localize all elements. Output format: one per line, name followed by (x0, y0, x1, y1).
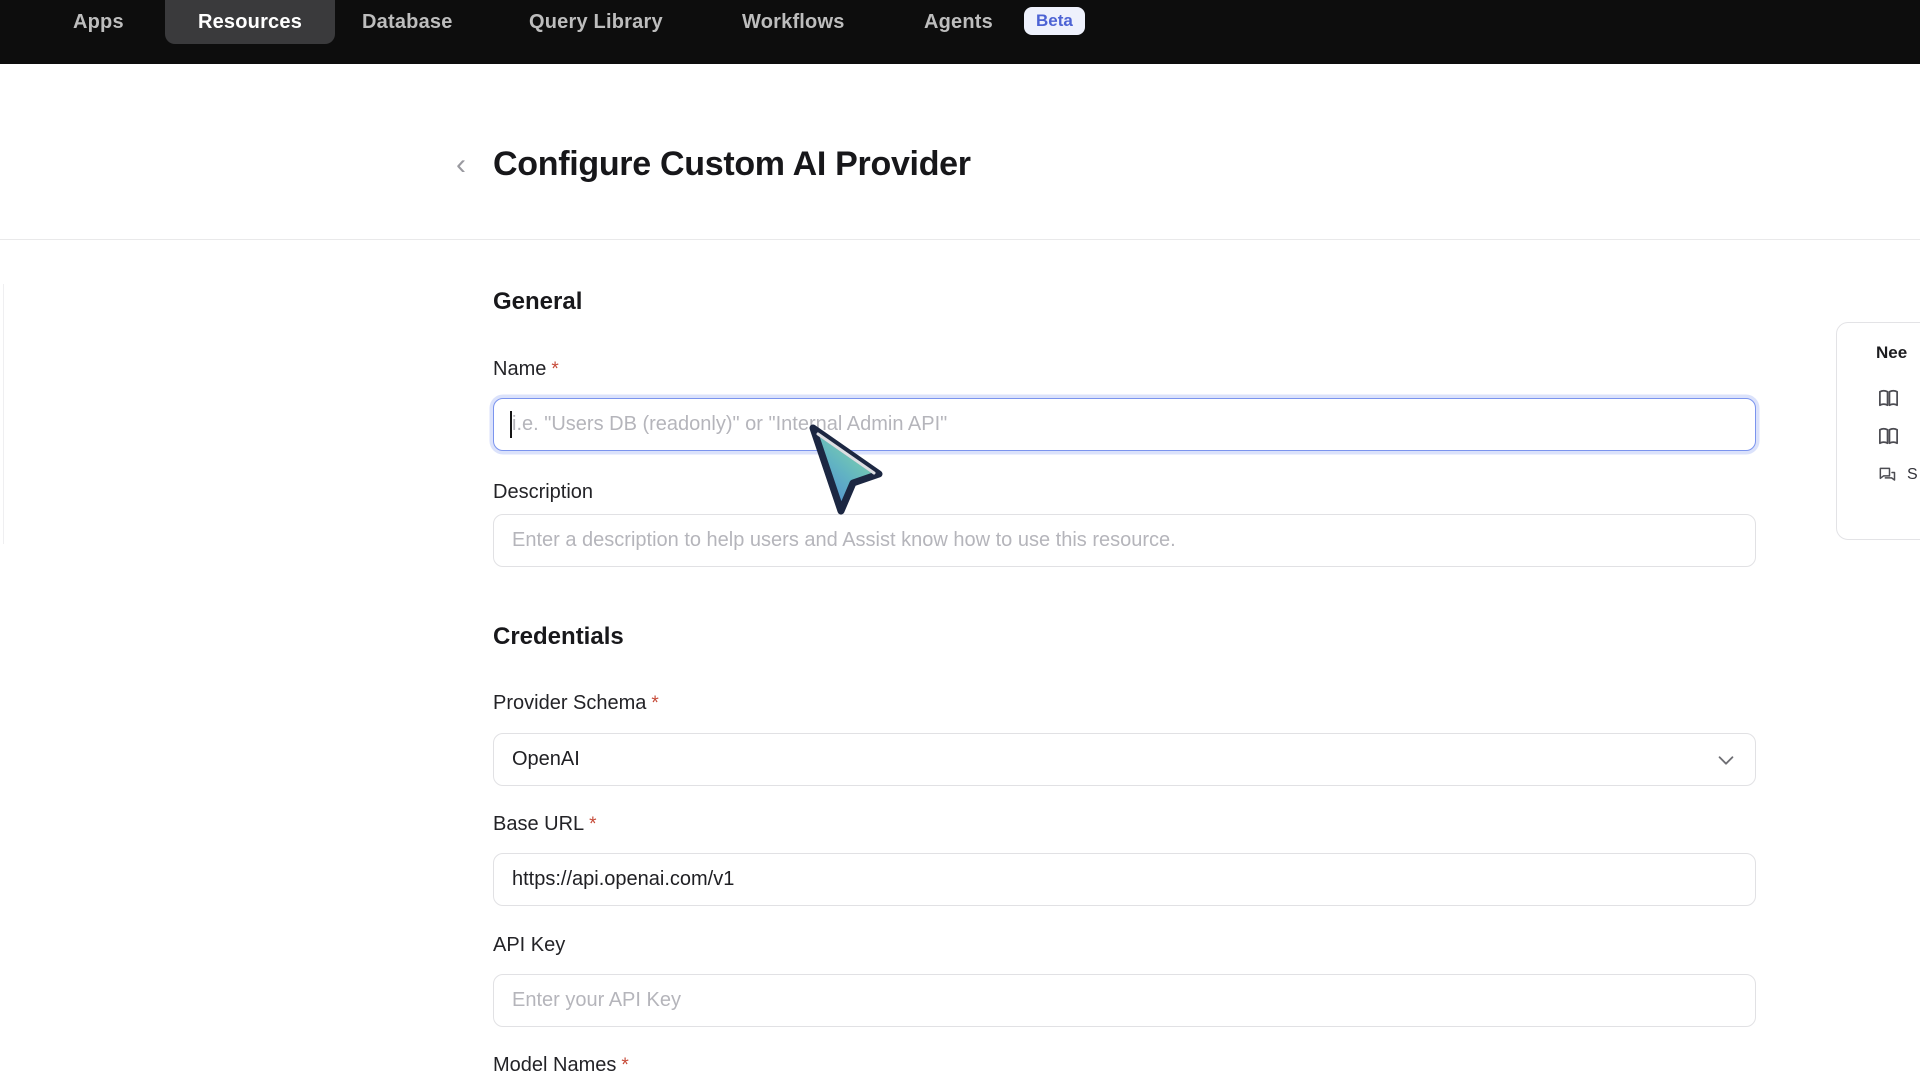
chat-icon (1877, 465, 1897, 485)
name-label-text: Name (493, 358, 546, 380)
credentials-section-heading: Credentials (493, 623, 624, 651)
model-names-label-text: Model Names (493, 1054, 616, 1076)
nav-tab-apps[interactable]: Apps (73, 0, 124, 44)
text-caret (510, 411, 512, 438)
help-link-label: S (1907, 466, 1918, 484)
book-icon (1877, 387, 1900, 410)
help-panel: Nee S (1836, 322, 1920, 540)
provider-schema-select[interactable]: OpenAI (493, 733, 1756, 786)
provider-schema-label-text: Provider Schema (493, 692, 646, 714)
beta-badge: Beta (1024, 7, 1085, 35)
model-names-required-asterisk: * (621, 1055, 628, 1076)
api-key-field-label: API Key (493, 934, 565, 957)
model-names-field-label: Model Names* (493, 1054, 629, 1077)
base-url-input[interactable] (493, 853, 1756, 906)
base-url-required-asterisk: * (589, 814, 596, 835)
provider-schema-field-label: Provider Schema* (493, 692, 659, 715)
provider-schema-required-asterisk: * (651, 693, 658, 714)
top-navigation-bar: Apps Resources Database Query Library Wo… (0, 0, 1920, 64)
left-panel-edge (3, 284, 4, 544)
page: Apps Resources Database Query Library Wo… (0, 0, 1920, 1080)
book-icon (1877, 425, 1900, 448)
base-url-label-text: Base URL (493, 813, 584, 835)
help-link-docs-2[interactable] (1877, 425, 1900, 448)
general-section-heading: General (493, 288, 582, 316)
name-required-asterisk: * (551, 359, 558, 380)
back-button[interactable]: ‹ (448, 148, 474, 182)
page-title: Configure Custom AI Provider (493, 145, 971, 184)
nav-tab-resources[interactable]: Resources (165, 0, 335, 44)
help-panel-title: Nee (1876, 343, 1907, 363)
description-field-label: Description (493, 481, 593, 504)
chevron-down-icon (1715, 749, 1737, 771)
name-input[interactable] (493, 398, 1756, 451)
description-input[interactable] (493, 514, 1756, 567)
nav-tab-agents[interactable]: Agents (924, 0, 993, 44)
help-link-docs-1[interactable] (1877, 387, 1900, 410)
provider-schema-selected-value: OpenAI (512, 748, 1715, 771)
nav-tab-database[interactable]: Database (362, 0, 453, 44)
base-url-field-label: Base URL* (493, 813, 597, 836)
header-divider (0, 239, 1920, 240)
nav-tab-query-library[interactable]: Query Library (529, 0, 663, 44)
help-link-support[interactable]: S (1877, 465, 1918, 485)
nav-tab-workflows[interactable]: Workflows (742, 0, 845, 44)
name-field-label: Name* (493, 358, 559, 381)
api-key-input[interactable] (493, 974, 1756, 1027)
